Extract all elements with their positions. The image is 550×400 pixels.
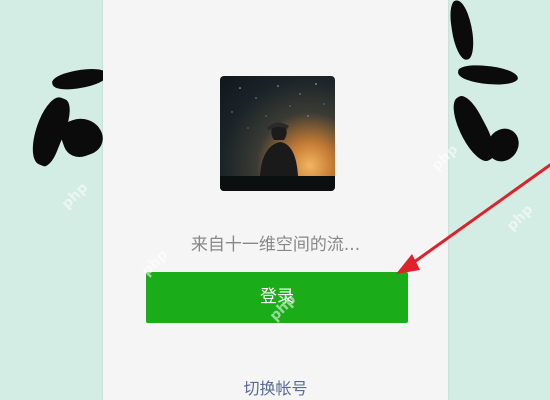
avatar-image-icon xyxy=(220,83,335,191)
calligraphy-stroke xyxy=(447,0,477,62)
watermark-text: php xyxy=(503,201,537,235)
calligraphy-stroke xyxy=(457,63,519,87)
switch-account-link[interactable]: 切换帐号 xyxy=(103,375,448,399)
watermark-text: php xyxy=(58,179,92,213)
avatar xyxy=(220,76,335,191)
login-button[interactable]: 登录 xyxy=(146,272,408,323)
calligraphy-stroke xyxy=(50,64,110,94)
login-panel: 来自十一维空间的流... 登录 切换帐号 xyxy=(103,0,448,400)
nickname: 来自十一维空间的流... xyxy=(190,235,361,255)
